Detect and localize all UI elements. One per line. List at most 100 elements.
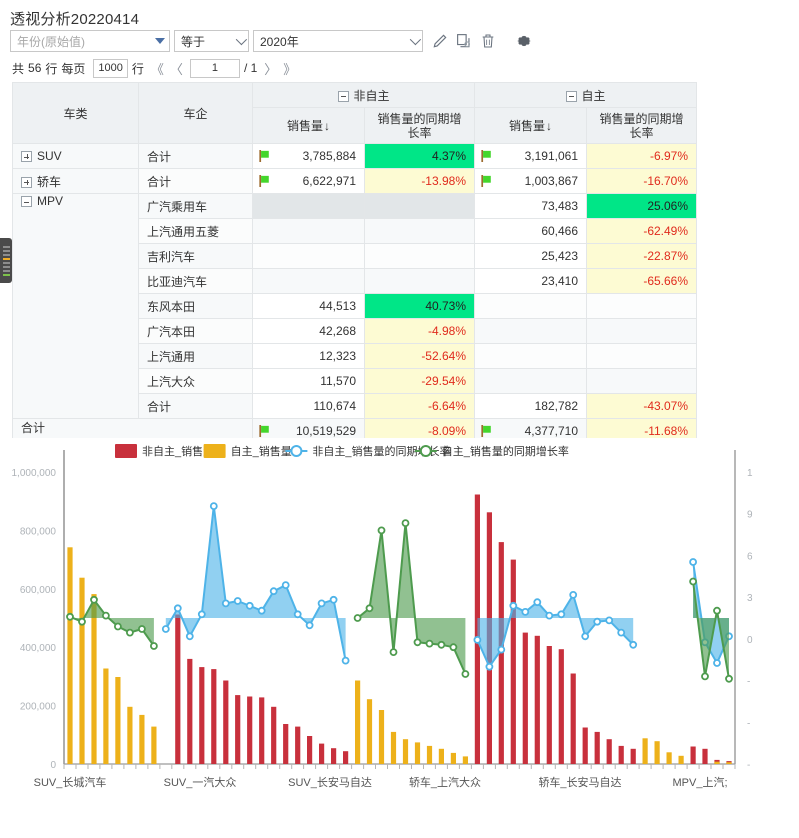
data-point[interactable] — [605, 616, 614, 625]
bar[interactable] — [319, 743, 325, 764]
data-point[interactable] — [90, 595, 98, 604]
bar[interactable] — [438, 748, 444, 764]
bar[interactable] — [714, 761, 720, 764]
bar[interactable] — [151, 726, 157, 764]
data-point[interactable] — [161, 625, 170, 633]
bar[interactable] — [247, 696, 253, 765]
collapse-icon[interactable] — [565, 90, 577, 102]
cell-category[interactable]: MPV — [12, 193, 139, 419]
data-point[interactable] — [102, 611, 110, 620]
data-point[interactable] — [66, 612, 74, 621]
bar[interactable] — [414, 742, 421, 764]
bar[interactable] — [331, 748, 337, 764]
cell-sales[interactable]: 25,423 — [474, 243, 588, 269]
data-point[interactable] — [209, 502, 218, 510]
bar[interactable] — [127, 706, 133, 764]
data-point[interactable] — [78, 617, 86, 626]
bar[interactable] — [606, 739, 612, 764]
data-point[interactable] — [329, 595, 338, 604]
filter-value-select[interactable]: 2020年 — [253, 30, 423, 52]
settings-button[interactable] — [513, 30, 535, 52]
cell-growth[interactable]: 40.73% — [363, 293, 476, 319]
cell-sales[interactable]: 60,466 — [474, 218, 588, 244]
cell-growth[interactable]: -4.98% — [363, 318, 476, 344]
cell-growth[interactable]: 25.06% — [586, 193, 698, 219]
expand-icon[interactable] — [21, 176, 32, 188]
edit-filter-button[interactable] — [429, 30, 451, 52]
cell-sales[interactable] — [252, 218, 365, 244]
collapse-icon[interactable] — [21, 196, 32, 208]
data-point[interactable] — [557, 610, 566, 619]
cell-growth[interactable]: 4.37% — [363, 143, 476, 169]
cell-growth[interactable]: -22.87% — [586, 243, 698, 269]
data-point[interactable] — [245, 601, 254, 610]
cell-growth[interactable]: -6.64% — [363, 393, 476, 419]
header-group-self[interactable]: 自主 — [474, 82, 698, 108]
cell-company[interactable]: 东风本田 — [138, 293, 253, 319]
cell-company[interactable]: 合计 — [138, 143, 253, 169]
first-page-button[interactable]: 《 — [151, 59, 164, 78]
data-point[interactable] — [125, 628, 134, 637]
cell-growth[interactable] — [363, 268, 476, 294]
header-category[interactable]: 车类 — [12, 82, 139, 144]
cell-sales[interactable]: 42,268 — [252, 318, 365, 344]
data-point[interactable] — [713, 606, 721, 615]
cell-growth[interactable]: -29.54% — [363, 368, 476, 394]
cell-growth[interactable]: -65.66% — [586, 268, 698, 294]
bar[interactable] — [402, 739, 409, 764]
data-point[interactable] — [521, 607, 530, 616]
bar[interactable] — [690, 746, 696, 765]
bar[interactable] — [139, 714, 145, 764]
cell-sales[interactable] — [474, 368, 588, 394]
data-point[interactable] — [341, 656, 350, 665]
data-point[interactable] — [629, 640, 638, 649]
bar[interactable] — [642, 738, 648, 764]
cell-company[interactable]: 广汽乘用车 — [138, 193, 253, 219]
data-point[interactable] — [269, 587, 278, 596]
bar[interactable] — [594, 731, 600, 764]
header-nonself-growth[interactable]: 销售量的同期增长率 — [363, 107, 476, 144]
data-point[interactable] — [437, 640, 446, 649]
data-point[interactable] — [149, 642, 158, 650]
next-page-button[interactable]: 〉 — [264, 59, 277, 78]
cell-growth[interactable]: -13.98% — [363, 168, 476, 194]
cell-company[interactable]: 上汽大众 — [138, 368, 253, 394]
bar[interactable] — [702, 748, 708, 764]
bar[interactable] — [630, 748, 636, 764]
bar[interactable] — [295, 726, 301, 764]
cell-growth[interactable] — [363, 193, 476, 219]
cell-growth[interactable] — [586, 318, 698, 344]
bar[interactable] — [211, 669, 217, 764]
data-point[interactable] — [221, 599, 230, 608]
cell-sales[interactable]: 44,513 — [252, 293, 365, 319]
cell-sales[interactable]: 73,483 — [474, 193, 588, 219]
cell-sales[interactable] — [252, 193, 365, 219]
cell-category[interactable]: 轿车 — [12, 168, 139, 194]
table-row[interactable]: SUV 合计 3,785,884 4.37% 3,191,061 -6.97% — [12, 143, 698, 169]
bar[interactable] — [175, 614, 181, 765]
bar[interactable] — [343, 751, 349, 764]
cell-sales[interactable]: 1,003,867 — [474, 168, 588, 194]
data-point[interactable] — [377, 526, 386, 535]
header-company[interactable]: 车企 — [138, 82, 253, 144]
header-self-growth[interactable]: 销售量的同期增长率 — [586, 107, 698, 144]
sidebar-drawer-handle[interactable] — [0, 238, 12, 283]
data-point[interactable] — [317, 599, 326, 608]
data-point[interactable] — [137, 625, 146, 633]
bar[interactable] — [115, 677, 121, 764]
bar[interactable] — [67, 547, 73, 764]
copy-filter-button[interactable] — [453, 30, 475, 52]
cell-growth[interactable]: -6.97% — [586, 143, 698, 169]
expand-icon[interactable] — [21, 151, 32, 163]
cell-growth[interactable] — [586, 293, 698, 319]
cell-sales[interactable] — [474, 293, 588, 319]
header-nonself-sales[interactable]: 销售量↓ — [252, 107, 365, 144]
bar[interactable] — [558, 649, 564, 764]
data-point[interactable] — [257, 606, 266, 615]
data-point[interactable] — [593, 617, 602, 626]
bar[interactable] — [79, 577, 85, 764]
data-point[interactable] — [497, 645, 506, 654]
cell-company[interactable]: 吉利汽车 — [138, 243, 253, 269]
data-point[interactable] — [569, 590, 578, 599]
data-point[interactable] — [617, 628, 626, 637]
